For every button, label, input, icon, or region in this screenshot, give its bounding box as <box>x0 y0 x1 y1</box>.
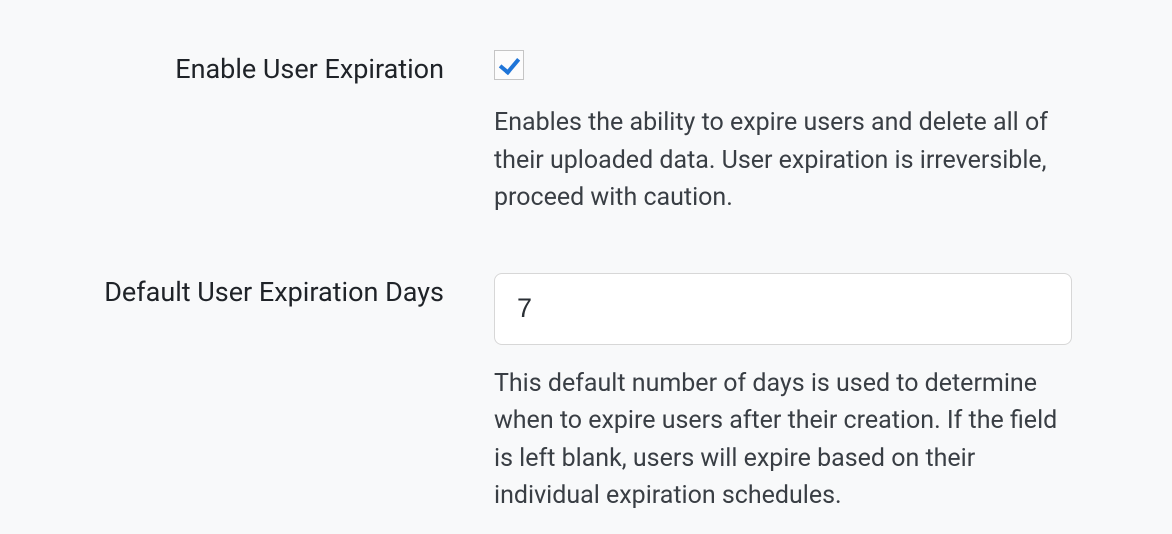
default-expiration-days-input[interactable] <box>494 273 1072 345</box>
default-expiration-days-help: This default number of days is used to d… <box>494 365 1072 515</box>
enable-user-expiration-help: Enables the ability to expire users and … <box>494 104 1072 217</box>
enable-user-expiration-control-col: Enables the ability to expire users and … <box>494 50 1072 217</box>
default-expiration-days-label: Default User Expiration Days <box>104 276 444 308</box>
default-expiration-days-row: Default User Expiration Days This defaul… <box>40 273 1072 515</box>
default-expiration-days-label-col: Default User Expiration Days <box>40 273 444 310</box>
enable-user-expiration-label: Enable User Expiration <box>175 53 444 85</box>
enable-user-expiration-checkbox[interactable] <box>494 50 524 80</box>
enable-user-expiration-label-col: Enable User Expiration <box>40 50 444 87</box>
default-expiration-days-control-col: This default number of days is used to d… <box>494 273 1072 515</box>
enable-user-expiration-row: Enable User Expiration Enables the abili… <box>40 50 1072 217</box>
enable-user-expiration-checkbox-wrapper <box>494 50 524 84</box>
